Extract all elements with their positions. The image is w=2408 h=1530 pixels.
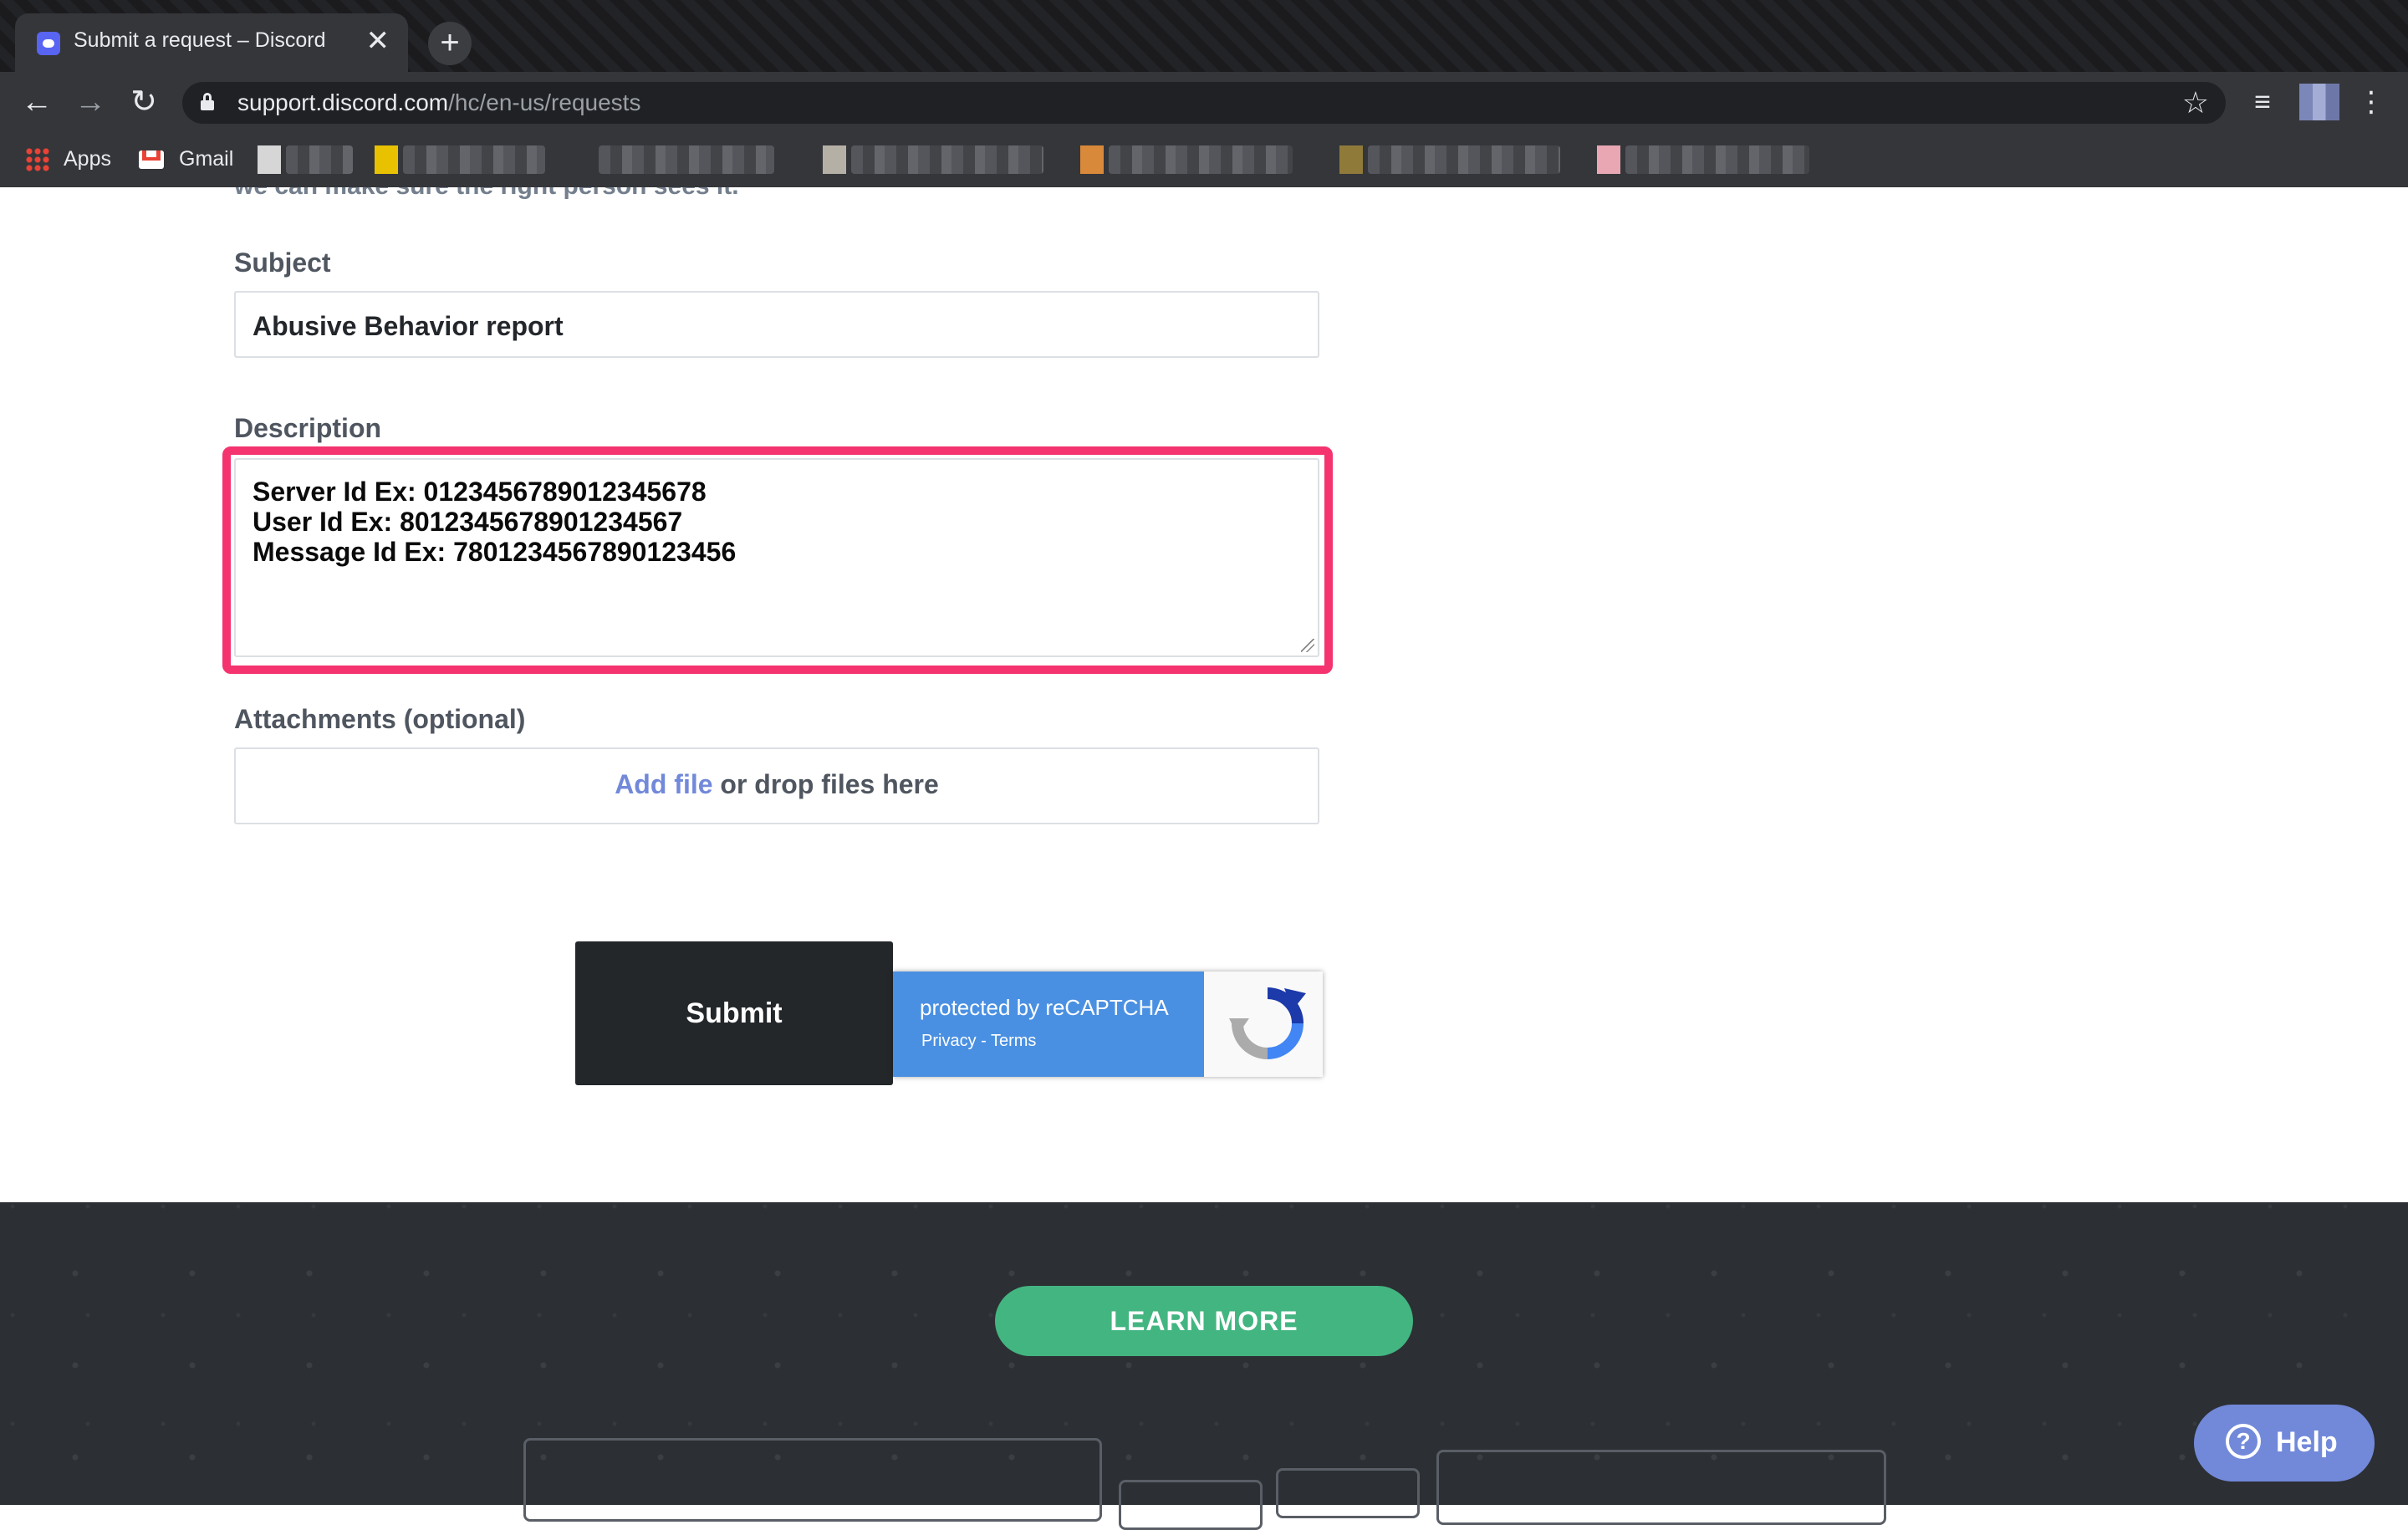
bookmarks-bar: Apps Gmail bbox=[0, 134, 2408, 187]
bookmark-star-icon[interactable]: ☆ bbox=[2182, 85, 2209, 120]
close-tab-icon[interactable]: ✕ bbox=[366, 24, 390, 58]
attachments-label: Attachments (optional) bbox=[234, 704, 526, 734]
subject-value: Abusive Behavior report bbox=[253, 311, 564, 341]
gmail-icon[interactable] bbox=[139, 150, 164, 169]
drop-files-text: or drop files here bbox=[712, 769, 939, 799]
media-queue-icon[interactable]: ≡ bbox=[2241, 80, 2284, 124]
submit-button[interactable]: Submit bbox=[575, 941, 893, 1085]
help-label: Help bbox=[2276, 1426, 2338, 1458]
back-arrow-icon[interactable]: ← bbox=[15, 80, 59, 124]
recaptcha-links[interactable]: Privacy - Terms bbox=[921, 1032, 1036, 1051]
new-tab-button[interactable]: + bbox=[428, 22, 472, 65]
phone-illustration bbox=[1119, 1480, 1263, 1530]
recaptcha-text: protected by reCAPTCHA bbox=[920, 995, 1169, 1020]
dropzone-text: Add file or drop files here bbox=[236, 769, 1318, 800]
blurred-bookmark-icon[interactable] bbox=[258, 145, 281, 174]
forward-arrow-icon[interactable]: → bbox=[69, 80, 112, 124]
apps-grid-icon[interactable] bbox=[25, 147, 50, 172]
url-domain: support.discord.com bbox=[237, 89, 449, 115]
help-widget-button[interactable]: ? Help bbox=[2194, 1405, 2375, 1482]
blurred-bookmark[interactable] bbox=[1625, 145, 1809, 174]
discord-favicon-icon bbox=[37, 32, 60, 55]
blurred-bookmark[interactable] bbox=[286, 145, 353, 174]
tab-active[interactable]: Submit a request – Discord ✕ bbox=[15, 13, 408, 72]
blurred-bookmark-icon[interactable] bbox=[375, 145, 398, 174]
blurred-bookmark-icon[interactable] bbox=[1597, 145, 1620, 174]
highlight-annotation bbox=[222, 446, 1333, 674]
tablet-illustration bbox=[1436, 1450, 1886, 1525]
menu-kebab-icon[interactable]: ⋮ bbox=[2349, 80, 2393, 124]
learn-more-button[interactable]: LEARN MORE bbox=[995, 1286, 1413, 1356]
question-mark-icon: ? bbox=[2226, 1424, 2261, 1459]
blurred-bookmark[interactable] bbox=[851, 145, 1043, 174]
blurred-bookmark[interactable] bbox=[1109, 145, 1293, 174]
lock-icon bbox=[201, 93, 214, 110]
browser-toolbar: ← → ↻ support.discord.com/hc/en-us/reque… bbox=[0, 72, 2408, 134]
add-file-link[interactable]: Add file bbox=[615, 769, 712, 799]
blurred-bookmark-icon[interactable] bbox=[1339, 145, 1363, 174]
blurred-bookmark-icon[interactable] bbox=[823, 145, 846, 174]
recaptcha-info-panel: protected by reCAPTCHA Privacy - Terms bbox=[893, 972, 1204, 1077]
subject-label: Subject bbox=[234, 247, 331, 278]
description-label: Description bbox=[234, 413, 382, 443]
subject-input[interactable]: Abusive Behavior report bbox=[234, 291, 1319, 358]
url-text[interactable]: support.discord.com/hc/en-us/requests bbox=[237, 89, 640, 116]
tab-title: Submit a request – Discord bbox=[74, 28, 326, 52]
reload-icon[interactable]: ↻ bbox=[122, 80, 166, 124]
tab-strip: Submit a request – Discord ✕ + bbox=[0, 0, 2408, 72]
bookmark-gmail[interactable]: Gmail bbox=[179, 147, 233, 171]
blurred-bookmark[interactable] bbox=[1368, 145, 1560, 174]
blurred-bookmark[interactable] bbox=[599, 145, 774, 174]
blurred-bookmark-icon[interactable] bbox=[1080, 145, 1104, 174]
url-path: /hc/en-us/requests bbox=[448, 89, 641, 115]
profile-avatar[interactable] bbox=[2299, 84, 2339, 120]
laptop-illustration bbox=[523, 1438, 1102, 1522]
recaptcha-logo-icon bbox=[1229, 987, 1306, 1059]
recaptcha-badge[interactable]: protected by reCAPTCHA Privacy - Terms bbox=[893, 972, 1323, 1077]
browser-chrome: Submit a request – Discord ✕ + ← → ↻ sup… bbox=[0, 0, 2408, 187]
phone-illustration bbox=[1276, 1468, 1420, 1518]
bookmark-apps[interactable]: Apps bbox=[64, 147, 111, 171]
blurred-bookmark[interactable] bbox=[403, 145, 545, 174]
attachments-dropzone[interactable]: Add file or drop files here bbox=[234, 747, 1319, 824]
address-bar[interactable]: support.discord.com/hc/en-us/requests ☆ bbox=[182, 82, 2226, 124]
